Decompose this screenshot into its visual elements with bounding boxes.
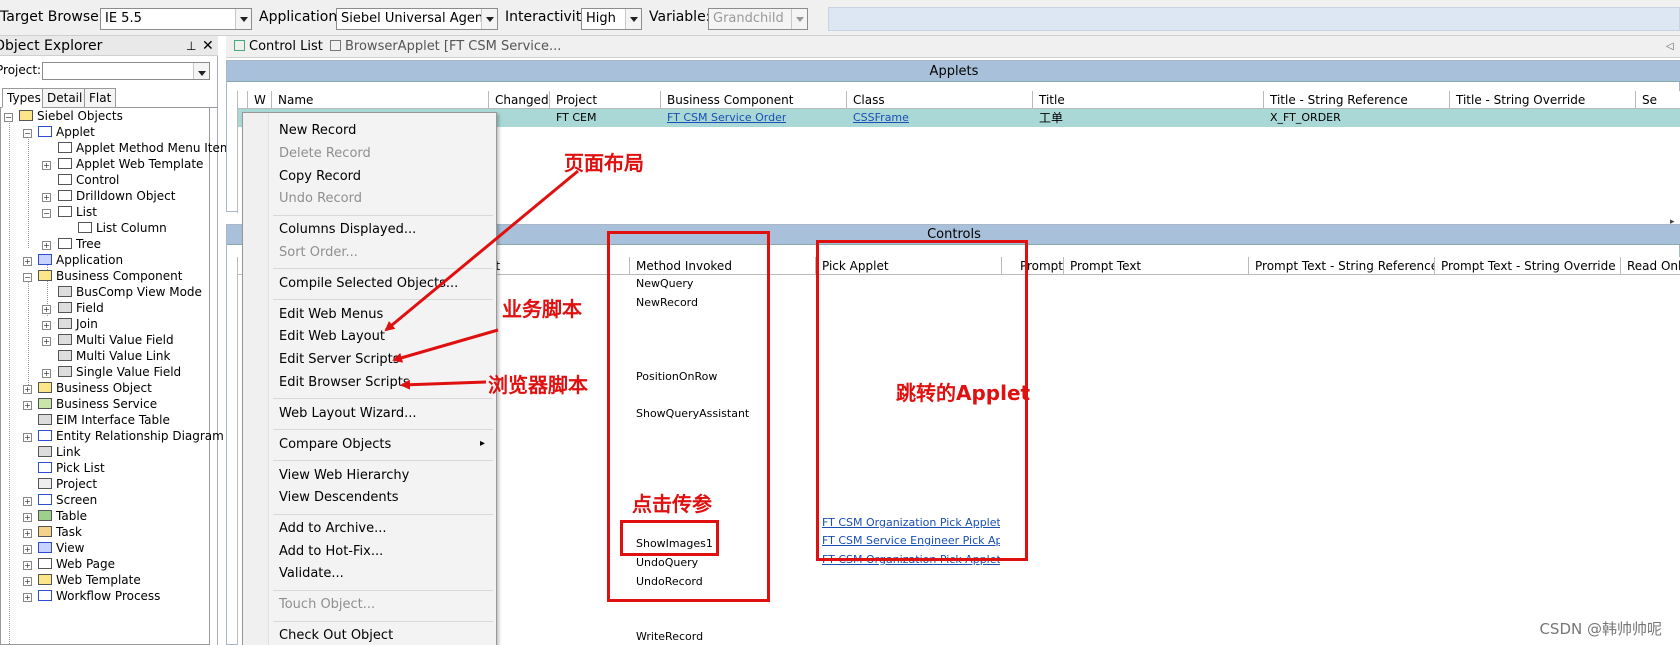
watermark: CSDN @韩帅帅呢 — [1539, 620, 1662, 638]
annotation-browser-script: 浏览器脚本 — [488, 373, 588, 397]
siebel-tools-window: Target Browser: IE 5.5 Application: Sieb… — [0, 0, 1680, 645]
annotation-business-script: 业务脚本 — [502, 297, 582, 321]
arrow-browser-script — [400, 379, 487, 390]
annotation-page-layout: 页面布局 — [564, 151, 644, 175]
highlight-show-images — [620, 520, 719, 556]
highlight-pick-applet-column — [816, 240, 1028, 561]
arrow-business-script — [392, 328, 499, 363]
